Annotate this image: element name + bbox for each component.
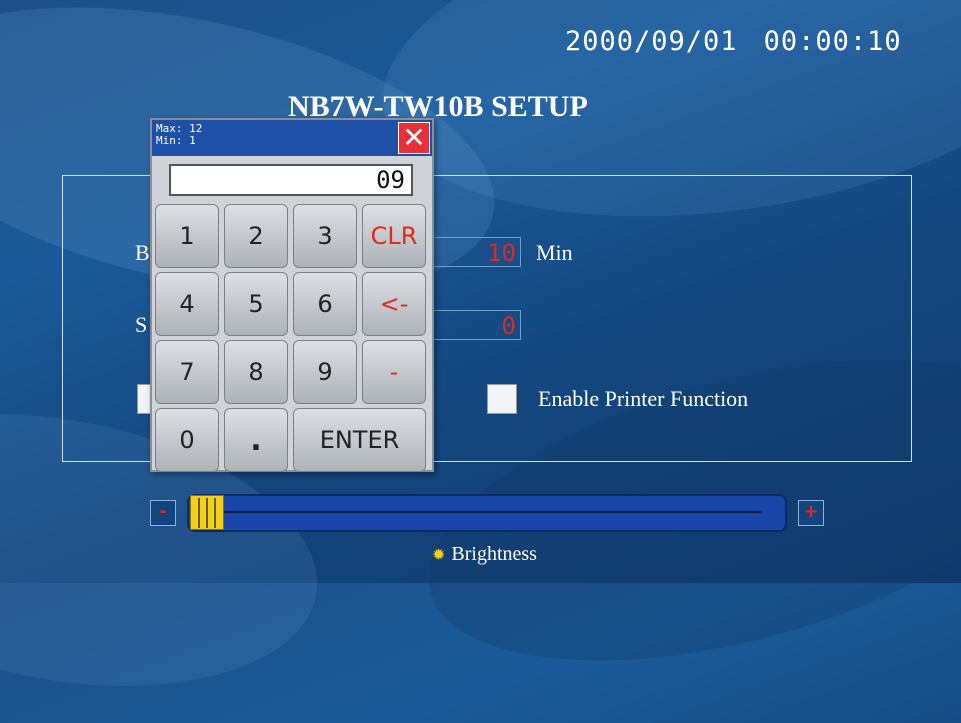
keypad-min: Min: 1	[156, 134, 196, 147]
row2-label: S	[135, 312, 148, 337]
key-backspace[interactable]: <-	[362, 272, 426, 336]
key-decimal[interactable]: .	[224, 408, 288, 472]
key-0[interactable]: 0	[155, 408, 219, 472]
brightness-label: Brightness	[451, 543, 537, 565]
brightness-plus-button[interactable]: +	[798, 500, 824, 526]
row1-label: B	[135, 240, 150, 265]
row1-value-field[interactable]: 10	[431, 237, 521, 267]
key-3[interactable]: 3	[293, 204, 357, 268]
sun-icon: ✹	[432, 547, 446, 564]
key-7[interactable]: 7	[155, 340, 219, 404]
brightness-slider-track[interactable]	[187, 494, 787, 532]
key-2[interactable]: 2	[224, 204, 288, 268]
keypad-display: 09	[169, 164, 413, 196]
key-9[interactable]: 9	[293, 340, 357, 404]
slider-track-line	[220, 511, 762, 513]
key-1[interactable]: 1	[155, 204, 219, 268]
key-minus[interactable]: -	[362, 340, 426, 404]
printer-checkbox[interactable]	[487, 384, 517, 414]
printer-label: Enable Printer Function	[538, 386, 749, 411]
keypad-header: Max: 12 Min: 1 ✕	[152, 120, 432, 156]
key-clear[interactable]: CLR	[362, 204, 426, 268]
key-8[interactable]: 8	[224, 340, 288, 404]
datetime-display: 2000/09/01 00:00:10	[565, 26, 902, 57]
brightness-label-wrap: ✹ Brightness	[432, 543, 537, 566]
keypad-range: Max: 12 Min: 1	[156, 123, 202, 147]
row1-unit: Min	[536, 240, 573, 265]
brightness-minus-button[interactable]: -	[150, 500, 176, 526]
row2-value-field[interactable]: 0	[431, 310, 521, 340]
key-5[interactable]: 5	[224, 272, 288, 336]
key-6[interactable]: 6	[293, 272, 357, 336]
key-4[interactable]: 4	[155, 272, 219, 336]
numeric-keypad: Max: 12 Min: 1 ✕ 09 1 2 3 CLR 4 5 6 <- 7…	[150, 118, 434, 472]
close-icon[interactable]: ✕	[398, 122, 430, 154]
date-text: 2000/09/01	[565, 26, 738, 57]
time-text: 00:00:10	[763, 26, 902, 57]
key-enter[interactable]: ENTER	[293, 408, 426, 472]
brightness-slider-thumb[interactable]	[190, 495, 224, 530]
